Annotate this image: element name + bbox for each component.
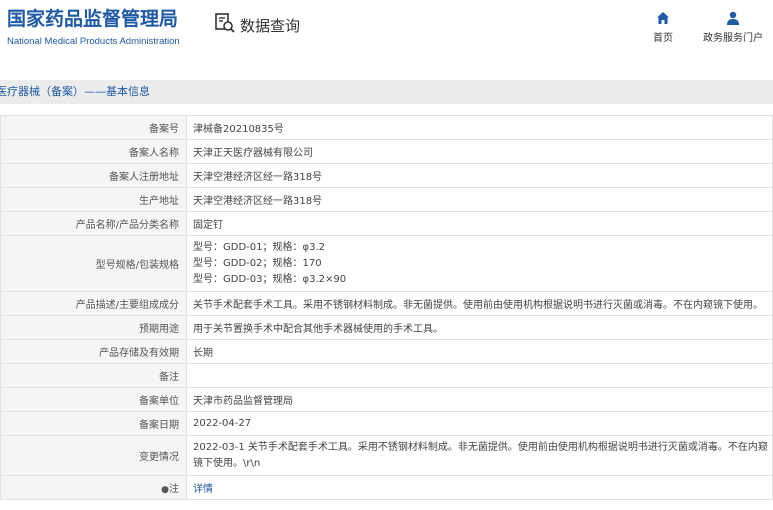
table-row: 备案人注册地址 天津空港经济区经一路318号 xyxy=(0,163,773,188)
model-line: 型号：GDD-02；规格：170 xyxy=(193,257,322,269)
site-header: 国家药品监督管理局 National Medical Products Admi… xyxy=(0,0,773,78)
table-row: 产品名称/产品分类名称 固定钉 xyxy=(0,211,773,236)
table-row: 预期用途 用于关节置换手术中配合其他手术器械使用的手术工具。 xyxy=(0,315,773,340)
filing-number-value: 津械备20210835号 xyxy=(186,115,773,140)
production-address-value: 天津空港经济区经一路318号 xyxy=(186,187,773,212)
nav-home[interactable]: 首页 xyxy=(648,10,678,44)
table-row: 备案人名称 天津正天医疗器械有限公司 xyxy=(0,139,773,164)
note-value: 详情 xyxy=(186,475,773,500)
table-row: 型号规格/包装规格 型号：GDD-01；规格：φ3.2 型号：GDD-02；规格… xyxy=(0,235,773,292)
field-label: 备案号 xyxy=(0,115,187,140)
field-label: 备案人注册地址 xyxy=(0,163,187,188)
logo-chinese-title: 国家药品监督管理局 xyxy=(7,8,179,30)
field-label: 产品名称/产品分类名称 xyxy=(0,211,187,236)
field-label: 生产地址 xyxy=(0,187,187,212)
storage-value: 长期 xyxy=(186,339,773,364)
note-label-cell: ●注 xyxy=(0,475,187,500)
table-row: 变更情况 2022-03-1 关节手术配套手术工具。采用不锈钢材料制成。非无菌提… xyxy=(0,435,773,476)
breadcrumb: 医疗器械（备案）——基本信息 xyxy=(0,80,773,104)
site-logo[interactable]: 国家药品监督管理局 National Medical Products Admi… xyxy=(7,8,180,49)
field-label: 产品存储及有效期 xyxy=(0,339,187,364)
record-detail-table: 备案号 津械备20210835号 备案人名称 天津正天医疗器械有限公司 备案人注… xyxy=(0,115,773,500)
field-label: 备案人名称 xyxy=(0,139,187,164)
home-icon xyxy=(648,10,678,26)
nav-home-label: 首页 xyxy=(653,33,673,44)
details-link[interactable]: 详情 xyxy=(193,484,213,495)
change-value: 2022-03-1 关节手术配套手术工具。采用不锈钢材料制成。非无菌提供。使用前… xyxy=(186,435,773,476)
field-label: 注 xyxy=(169,484,179,495)
filing-date-value: 2022-04-27 xyxy=(186,411,773,436)
field-label: 备案单位 xyxy=(0,387,187,412)
intended-use-value: 用于关节置换手术中配合其他手术器械使用的手术工具。 xyxy=(186,315,773,340)
remark-value xyxy=(186,363,773,388)
models-value: 型号：GDD-01；规格：φ3.2 型号：GDD-02；规格：170 型号：GD… xyxy=(186,235,773,292)
description-value: 关节手术配套手术工具。采用不锈钢材料制成。非无菌提供。使用前由使用机构根据说明书… xyxy=(186,291,773,316)
field-label: 型号规格/包装规格 xyxy=(0,235,187,292)
table-row: 产品描述/主要组成成分 关节手术配套手术工具。采用不锈钢材料制成。非无菌提供。使… xyxy=(0,291,773,316)
logo-english-title: National Medical Products Administration xyxy=(7,36,180,47)
field-label: 备案日期 xyxy=(0,411,187,436)
user-icon xyxy=(700,10,766,26)
table-row: 备案单位 天津市药品监督管理局 xyxy=(0,387,773,412)
breadcrumb-text: 医疗器械（备案）——基本信息 xyxy=(0,85,150,98)
table-row: 备注 xyxy=(0,363,773,388)
model-line: 型号：GDD-03；规格：φ3.2×90 xyxy=(193,273,347,285)
pin-icon: ● xyxy=(161,485,169,495)
table-row: 产品存储及有效期 长期 xyxy=(0,339,773,364)
field-label: 备注 xyxy=(0,363,187,388)
field-label: 变更情况 xyxy=(0,435,187,476)
table-row: 备案号 津械备20210835号 xyxy=(0,115,773,140)
filer-name-value: 天津正天医疗器械有限公司 xyxy=(186,139,773,164)
table-row: 生产地址 天津空港经济区经一路318号 xyxy=(0,187,773,212)
model-line: 型号：GDD-01；规格：φ3.2 xyxy=(193,241,325,253)
filing-unit-value: 天津市药品监督管理局 xyxy=(186,387,773,412)
table-row: 备案日期 2022-04-27 xyxy=(0,411,773,436)
field-label: 预期用途 xyxy=(0,315,187,340)
nav-service-portal[interactable]: 政务服务门户 xyxy=(700,10,766,44)
nav-service-portal-label: 政务服务门户 xyxy=(703,33,763,44)
document-search-icon xyxy=(214,12,236,38)
product-name-value: 固定钉 xyxy=(186,211,773,236)
table-row: ●注 详情 xyxy=(0,475,773,500)
filer-address-value: 天津空港经济区经一路318号 xyxy=(186,163,773,188)
data-query-label: 数据查询 xyxy=(240,16,301,35)
field-label: 产品描述/主要组成成分 xyxy=(0,291,187,316)
data-query-heading: 数据查询 xyxy=(214,12,300,38)
